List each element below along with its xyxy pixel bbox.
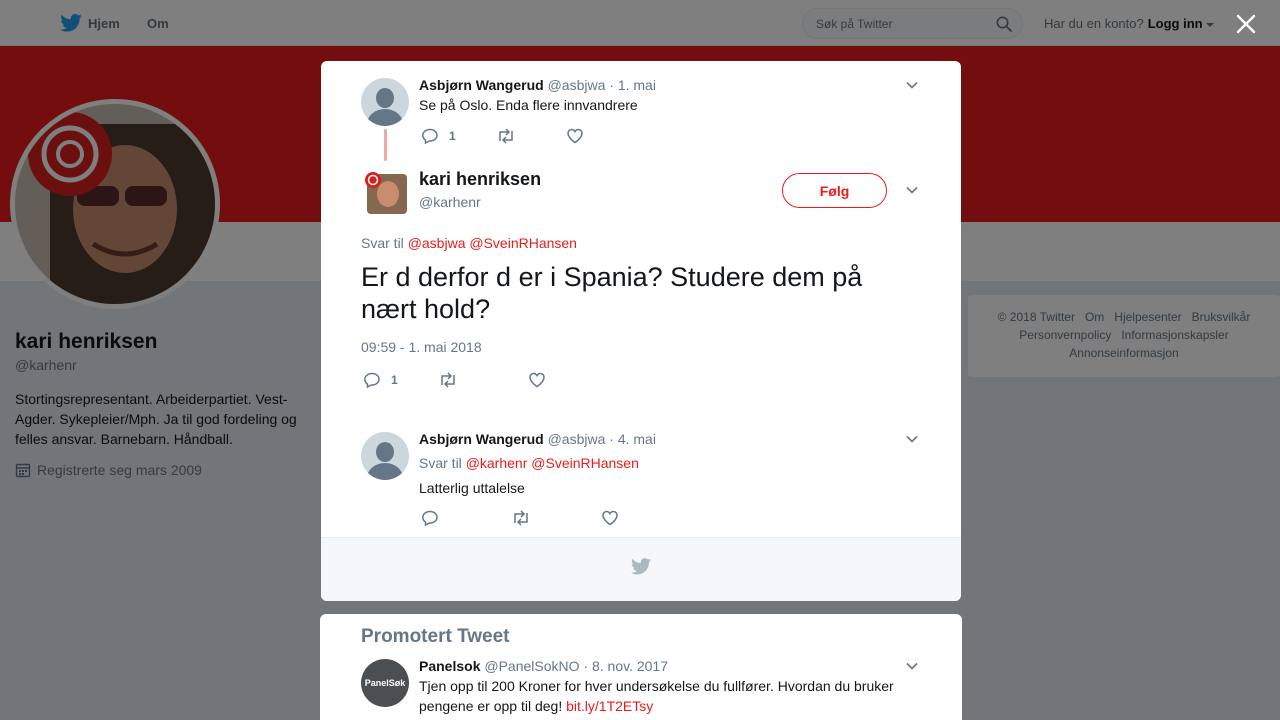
reply-count: 1 [391,373,398,387]
chevron-down-icon[interactable] [905,78,919,92]
tweet-actions: 1 [421,127,634,145]
reply-count: 1 [449,129,456,143]
reply-icon [422,128,438,145]
tweet-text: Se på Oslo. Enda flere innvandrere [419,97,638,113]
reply-context: Svar til @asbjwa @SveinRHansen [361,235,577,251]
mention-link[interactable]: @asbjwa [408,235,466,251]
mention-link[interactable]: @SveinRHansen [469,235,577,251]
author-name[interactable]: Asbjørn Wangerud [419,77,544,93]
tweet-timestamp[interactable]: 09:59 - 1. mai 2018 [361,339,482,355]
retweet-button[interactable] [511,509,541,527]
advertiser-logo-text: PanelSøk [364,678,406,688]
author-handle[interactable]: @karhenr [419,194,481,210]
mention-link[interactable]: @karhenr [466,455,528,471]
promoted-text: Tjen opp til 200 Kroner for hver undersø… [419,678,894,714]
tweet-date[interactable]: · 4. mai [609,431,656,447]
author-name[interactable]: Asbjørn Wangerud [419,431,544,447]
follow-button[interactable]: Følg [782,173,887,208]
promoted-link[interactable]: bit.ly/1T2ETsy [566,698,653,714]
author-handle[interactable]: @asbjwa [548,431,606,447]
default-avatar[interactable] [361,432,409,480]
author-handle[interactable]: @PanelSokNO [484,658,579,674]
tweet-date[interactable]: · 1. mai [609,77,656,93]
reply-button[interactable]: 1 [363,371,398,389]
thread-connector [384,129,387,161]
reply-icon [364,372,380,389]
reply-button[interactable] [421,509,449,527]
promoted-title: Promotert Tweet [361,626,510,647]
reply-to-prefix: Svar til [361,235,404,251]
author-name[interactable]: Panelsok [419,658,480,674]
tweet-text: Latterlig uttalelse [419,480,525,496]
chevron-down-icon[interactable] [905,183,919,197]
author-handle[interactable]: @asbjwa [548,77,606,93]
retweet-button[interactable] [496,127,526,145]
chevron-down-icon[interactable] [905,659,919,673]
like-button[interactable] [601,509,629,527]
heart-icon [602,510,618,526]
retweet-button[interactable] [438,371,468,389]
author-avatar[interactable] [361,172,407,214]
advertiser-avatar[interactable]: PanelSøk [361,659,409,707]
twitter-bird-icon [631,558,651,575]
tweet-header: Asbjørn Wangerud @asbjwa · 1. mai [419,77,656,93]
tweet-header: Asbjørn Wangerud @asbjwa · 4. mai [419,431,656,447]
close-icon[interactable] [1234,12,1258,36]
heart-icon [566,128,583,144]
like-button[interactable] [528,371,556,389]
reply-icon [422,510,438,527]
tweet-date[interactable]: · 8. nov. 2017 [583,658,668,674]
tweet-text-large: Er d derfor d er i Spania? Studere dem p… [361,262,863,324]
chevron-down-icon[interactable] [905,432,919,446]
tweet-text: Tjen opp til 200 Kroner for hver undersø… [419,676,919,716]
tweet-header: Panelsok @PanelSokNO · 8. nov. 2017 [419,658,668,674]
tweet-permalink-modal: Asbjørn Wangerud @asbjwa · 1. mai Se på … [321,61,961,601]
author-name[interactable]: kari henriksen [419,169,541,190]
retweet-icon [440,372,455,388]
tweet-actions: 1 [363,371,596,389]
heart-icon [528,372,545,388]
default-avatar[interactable] [361,78,409,126]
retweet-icon [514,510,528,526]
retweet-icon [498,128,513,144]
mention-link[interactable]: @SveinRHansen [531,455,639,471]
reply-context: Svar til @karhenr @SveinRHansen [419,455,639,471]
promoted-tweet-card: Promotert Tweet PanelSøk Panelsok @Panel… [320,614,962,720]
thread-end-footer [321,537,961,601]
tweet-actions [421,509,669,527]
reply-button[interactable]: 1 [421,127,456,145]
reply-to-prefix: Svar til [419,455,462,471]
like-button[interactable] [566,127,594,145]
